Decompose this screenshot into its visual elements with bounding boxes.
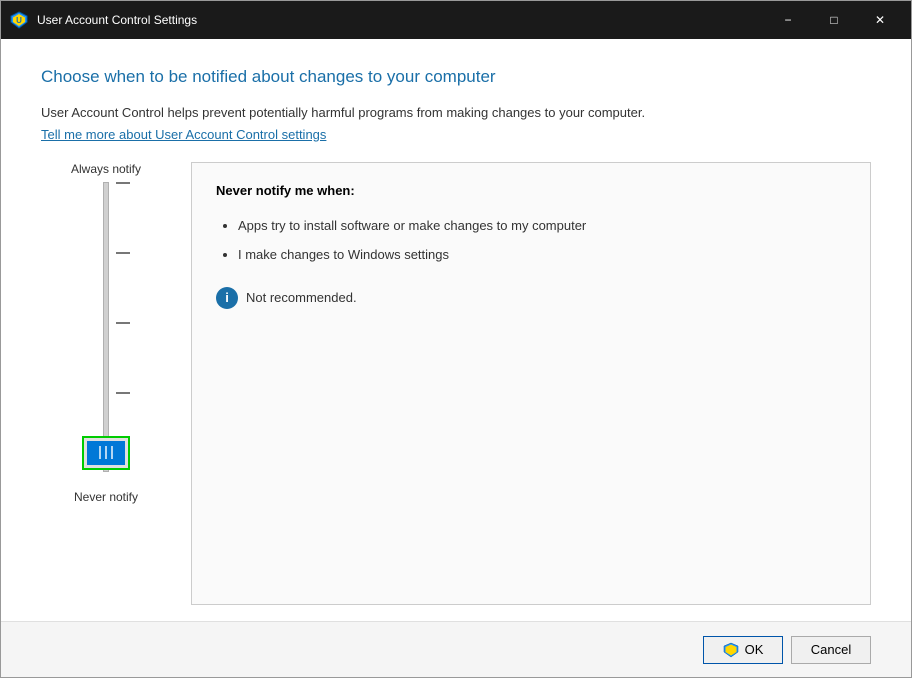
slider-tick-4 (116, 392, 130, 394)
slider-label-bottom: Never notify (74, 490, 138, 504)
minimize-button[interactable]: − (765, 1, 811, 39)
cancel-label: Cancel (811, 642, 851, 657)
main-area: Always notify (41, 162, 871, 606)
slider-tick-2 (116, 252, 130, 254)
info-panel: Never notify me when: Apps try to instal… (191, 162, 871, 606)
shield-icon (723, 642, 739, 658)
thumb-line-1 (99, 446, 101, 459)
info-icon: i (216, 287, 238, 309)
maximize-button[interactable]: □ (811, 1, 857, 39)
main-content: Choose when to be notified about changes… (1, 39, 911, 621)
learn-more-link[interactable]: Tell me more about User Account Control … (41, 127, 871, 142)
window-title: User Account Control Settings (37, 13, 765, 27)
slider-tick-3 (116, 322, 130, 324)
info-note: i Not recommended. (216, 287, 846, 309)
slider-thumb-container (82, 436, 130, 470)
window-controls: − □ ✕ (765, 1, 903, 39)
titlebar: U User Account Control Settings − □ ✕ (1, 1, 911, 39)
info-panel-title: Never notify me when: (216, 183, 846, 198)
slider-section: Always notify (41, 162, 171, 606)
app-icon: U (9, 10, 29, 30)
footer: OK Cancel (1, 621, 911, 677)
svg-text:U: U (16, 16, 22, 25)
description-text: User Account Control helps prevent poten… (41, 103, 871, 123)
slider-tick-1 (116, 182, 130, 184)
ok-button[interactable]: OK (703, 636, 783, 664)
window: U User Account Control Settings − □ ✕ Ch… (0, 0, 912, 678)
bullet-item-2: I make changes to Windows settings (238, 245, 846, 265)
slider-label-top: Always notify (71, 162, 141, 176)
slider-track (103, 182, 109, 472)
thumb-line-2 (105, 446, 107, 459)
cancel-button[interactable]: Cancel (791, 636, 871, 664)
slider-container (76, 182, 136, 482)
thumb-line-3 (111, 446, 113, 459)
bullet-item-1: Apps try to install software or make cha… (238, 216, 846, 236)
slider-thumb[interactable] (87, 441, 125, 465)
info-note-text: Not recommended. (246, 290, 357, 305)
bullet-list: Apps try to install software or make cha… (216, 216, 846, 265)
ok-label: OK (745, 642, 764, 657)
slider-thumb-border (82, 436, 130, 470)
page-heading: Choose when to be notified about changes… (41, 67, 871, 87)
close-button[interactable]: ✕ (857, 1, 903, 39)
